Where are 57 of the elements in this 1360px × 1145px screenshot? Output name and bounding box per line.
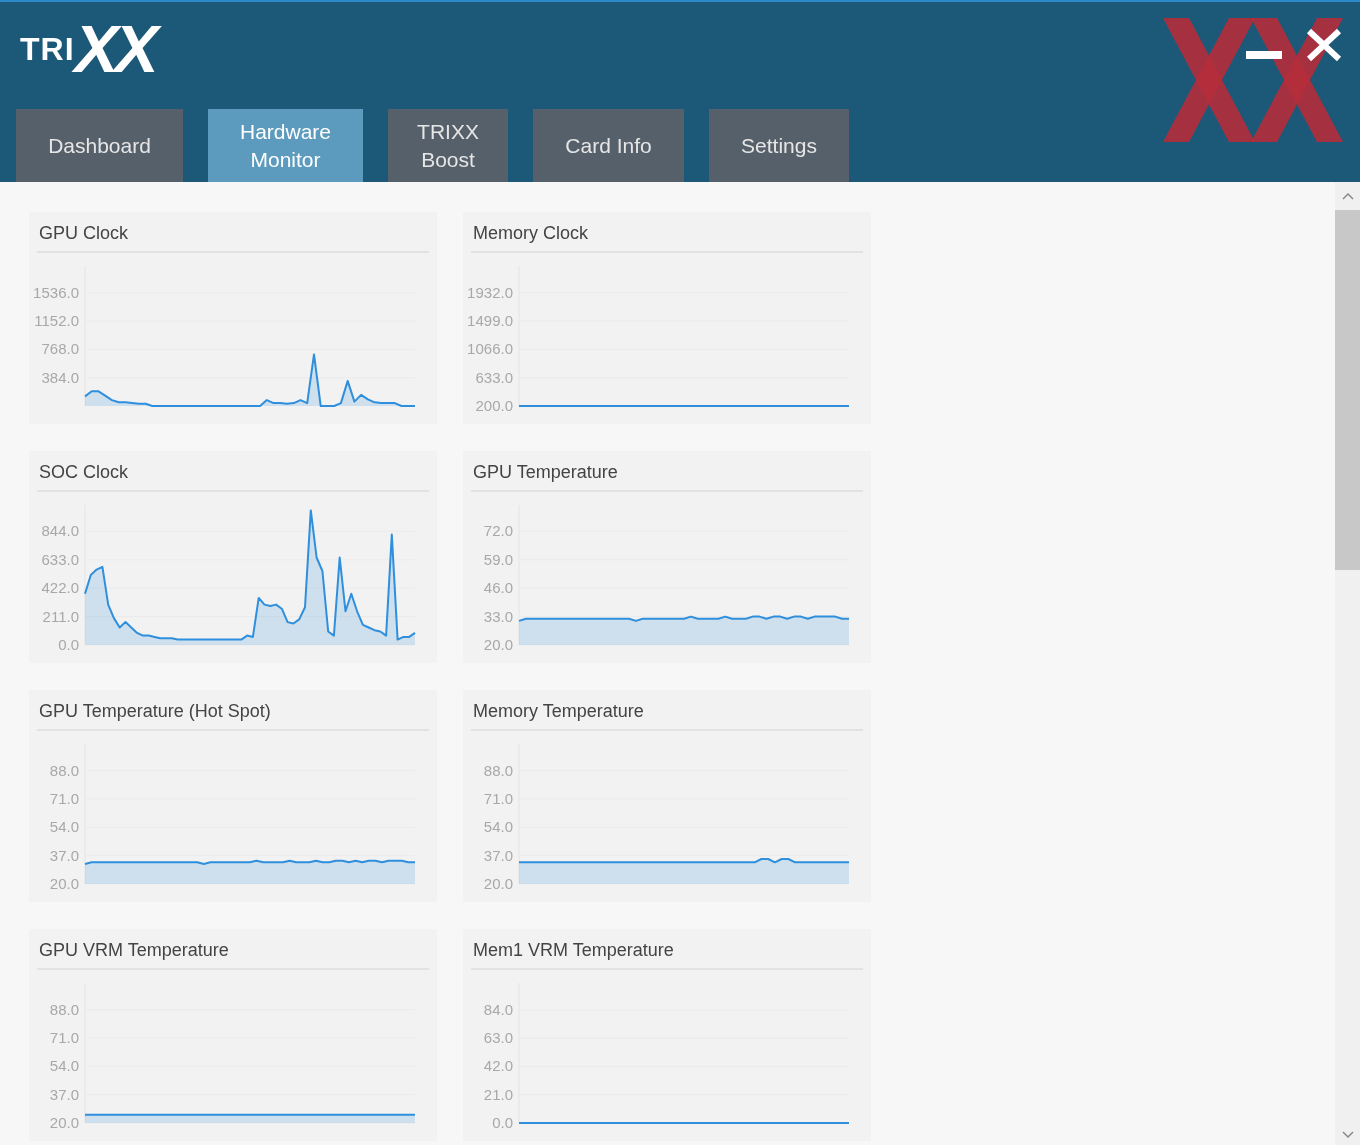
axis-tick-label: 46.0 [483, 579, 513, 597]
axis-tick-label: 20.0 [49, 875, 79, 890]
nav-tab[interactable]: TRIXX Boost [388, 109, 508, 182]
axis-tick-label: 84.0 [483, 1000, 513, 1018]
axis-tick-label: 0.0 [58, 636, 79, 651]
axis-tick-label: 422.0 [41, 579, 79, 597]
chart-title: GPU Temperature [473, 461, 619, 483]
chevron-down-icon[interactable] [1341, 1131, 1354, 1139]
axis-tick-label: 20.0 [483, 636, 513, 651]
axis-tick-label: 88.0 [483, 761, 513, 779]
axis-tick-label: 59.0 [483, 550, 513, 568]
axis-tick-label: 200.0 [475, 397, 513, 412]
chart-title: GPU VRM Temperature [39, 939, 230, 961]
nav-tab[interactable]: Settings [709, 109, 849, 182]
axis-tick-label: 37.0 [49, 1085, 79, 1103]
chevron-up-icon[interactable] [1341, 192, 1354, 200]
axis-tick-label: 33.0 [483, 607, 513, 625]
scrollbar[interactable] [1335, 182, 1360, 1145]
axis-tick-label: 1536.0 [33, 283, 79, 301]
nav-tab[interactable]: Card Info [533, 109, 684, 182]
axis-tick-label: 71.0 [483, 790, 513, 807]
axis-tick-label: 88.0 [49, 1000, 79, 1018]
nav-tab[interactable]: Hardware Monitor [208, 109, 363, 182]
close-icon[interactable] [1306, 28, 1342, 62]
axis-tick-label: 37.0 [49, 846, 79, 864]
axis-tick-label: 21.0 [483, 1085, 513, 1103]
axis-tick-label: 844.0 [41, 522, 79, 540]
axis-tick-label: 633.0 [475, 368, 513, 386]
chart-title: Memory Clock [473, 222, 589, 244]
chart-title: SOC Clock [39, 461, 129, 483]
chart-title: Mem1 VRM Temperature [473, 939, 675, 961]
axis-tick-label: 384.0 [41, 368, 79, 386]
axis-tick-label: 42.0 [483, 1057, 513, 1075]
axis-tick-label: 88.0 [49, 761, 79, 779]
axis-tick-label: 20.0 [483, 875, 513, 890]
axis-tick-label: 63.0 [483, 1029, 513, 1047]
axis-tick-label: 54.0 [483, 818, 513, 836]
nav-tab[interactable]: Dashboard [16, 109, 183, 182]
axis-tick-label: 768.0 [41, 340, 79, 358]
axis-tick-label: 1066.0 [467, 340, 513, 358]
axis-tick-label: 0.0 [492, 1114, 513, 1129]
axis-tick-label: 1932.0 [467, 283, 513, 301]
chart-title: Memory Temperature [473, 700, 645, 722]
chart-title: GPU Temperature (Hot Spot) [39, 700, 272, 722]
axis-tick-label: 54.0 [49, 818, 79, 836]
axis-tick-label: 71.0 [49, 1029, 79, 1046]
axis-tick-label: 1499.0 [467, 312, 513, 329]
axis-tick-label: 71.0 [49, 790, 79, 807]
axis-tick-label: 1152.0 [34, 312, 79, 330]
axis-tick-label: 72.0 [483, 522, 513, 540]
axis-tick-label: 211.0 [42, 607, 79, 625]
axis-tick-label: 20.0 [49, 1114, 79, 1129]
chart-title: GPU Clock [39, 222, 129, 244]
axis-tick-label: 633.0 [41, 550, 79, 568]
axis-tick-label: 37.0 [483, 846, 513, 864]
axis-tick-label: 54.0 [49, 1057, 79, 1075]
scrollbar-thumb[interactable] [1335, 210, 1360, 570]
